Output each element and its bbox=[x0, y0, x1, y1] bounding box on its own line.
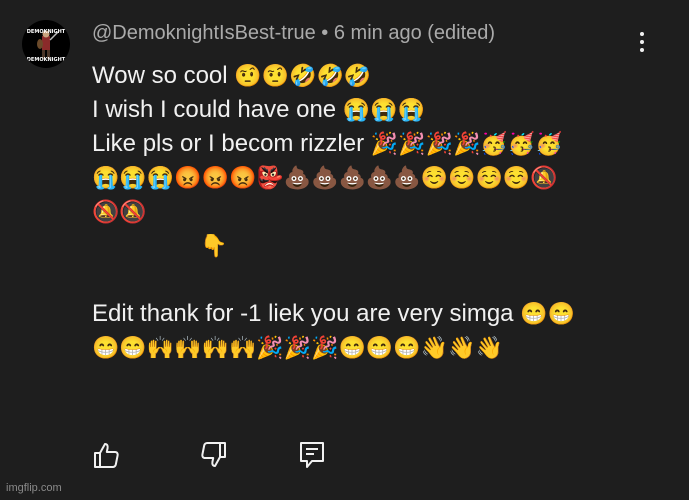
thumbs-up-icon bbox=[94, 443, 119, 468]
pointing-down-emoji: 👇 bbox=[200, 233, 228, 258]
comment-actions bbox=[0, 440, 689, 470]
comment-blank-line bbox=[92, 263, 652, 297]
comment-time: 6 min ago (edited) bbox=[333, 22, 496, 44]
comment-line: 🔕🔕 bbox=[92, 195, 652, 229]
comment-line: I wish I could have one 😭😭😭 bbox=[92, 93, 652, 127]
emoji-group: 🔕🔕 bbox=[92, 199, 147, 224]
meta-separator: • bbox=[321, 22, 329, 44]
comment-line: Edit thank for -1 liek you are very simg… bbox=[92, 297, 652, 331]
comment-line: Like pls or I becom rizzler 🎉🎉🎉🎉🥳🥳🥳 bbox=[92, 127, 652, 161]
avatar-banner-top: DEMOKNIGHT bbox=[26, 29, 66, 35]
comment-reply-icon bbox=[300, 442, 324, 468]
emoji-group: 😁😁🙌🙌🙌🙌🎉🎉🎉😁😁😁👋👋👋 bbox=[92, 335, 503, 360]
emoji-group: 🤨🤨🤣🤣🤣 bbox=[234, 63, 372, 88]
like-button[interactable] bbox=[92, 440, 122, 470]
imgflip-watermark: imgflip.com bbox=[6, 482, 62, 494]
emoji-group: 🎉🎉🎉🎉🥳🥳🥳 bbox=[370, 131, 563, 156]
comment-text: Edit thank for -1 liek you are very simg… bbox=[92, 300, 514, 327]
emoji-group: 😁😁 bbox=[520, 301, 575, 326]
avatar[interactable]: DEMOKNIGHT DEMOKNIGHT bbox=[22, 20, 70, 68]
dislike-button[interactable] bbox=[198, 440, 228, 470]
author-name[interactable]: @DemoknightIsBest-true bbox=[92, 22, 316, 44]
thumbs-down-icon bbox=[201, 442, 226, 467]
reply-button[interactable] bbox=[298, 440, 328, 470]
comment-text: Like pls or I becom rizzler bbox=[92, 130, 365, 157]
comment-line: Wow so cool 🤨🤨🤣🤣🤣 bbox=[92, 59, 652, 93]
more-options-icon[interactable] bbox=[636, 32, 648, 58]
emoji-group: 😭😭😭😡😡😡👺💩💩💩💩💩☺️☺️☺️☺️🔕 bbox=[92, 165, 558, 190]
avatar-banner-bottom: DEMOKNIGHT bbox=[26, 57, 66, 63]
comment-text: I wish I could have one bbox=[92, 96, 337, 123]
emoji-group: 😭😭😭 bbox=[342, 97, 426, 122]
comment-line: 😭😭😭😡😡😡👺💩💩💩💩💩☺️☺️☺️☺️🔕 bbox=[92, 161, 652, 195]
comment-text: Wow so cool bbox=[92, 62, 228, 89]
comment-meta: @DemoknightIsBest-true • 6 min ago (edit… bbox=[92, 22, 495, 45]
comment-line: 😁😁🙌🙌🙌🙌🎉🎉🎉😁😁😁👋👋👋 bbox=[92, 331, 652, 365]
comment-body: Wow so cool 🤨🤨🤣🤣🤣 I wish I could have on… bbox=[92, 59, 652, 365]
comment-line: 👇 bbox=[92, 229, 652, 263]
